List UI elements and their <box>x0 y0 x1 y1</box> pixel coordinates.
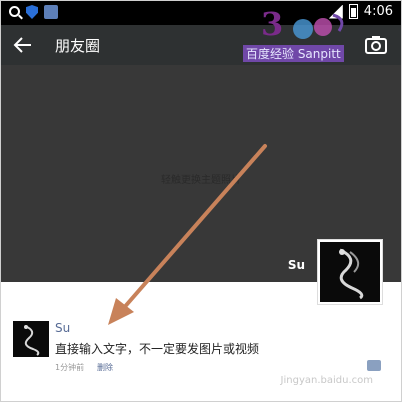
shield-icon <box>26 5 38 19</box>
post-time: 1分钟前 <box>55 363 85 372</box>
comment-icon[interactable] <box>367 360 381 371</box>
status-icons <box>9 5 58 19</box>
post-avatar[interactable] <box>13 321 49 357</box>
logo-caption: 百度经验 Sanpitt <box>243 45 344 62</box>
phone-screen: 4:06 朋友圈 轻触更换主题照片 3 百度经验 Sanpitt Su Su 直… <box>0 0 402 402</box>
logo-swirl-icon <box>293 13 344 39</box>
profile-avatar[interactable] <box>317 239 383 305</box>
delete-link[interactable]: 删除 <box>97 362 113 373</box>
app-notification-icon <box>44 5 58 19</box>
baidu-jingyan-logo: 3 百度经验 Sanpitt <box>241 5 361 63</box>
profile-name: Su <box>287 258 305 272</box>
post-author[interactable]: Su <box>55 321 70 335</box>
cover-hint: 轻触更换主题照片 <box>161 175 241 186</box>
footer-watermark: Jingyan.baidu.com <box>280 375 373 386</box>
search-icon <box>9 5 20 17</box>
avatar-image <box>320 242 380 302</box>
post-text: 直接输入文字，不一定要发图片或视频 <box>55 342 260 356</box>
back-arrow-icon[interactable] <box>11 33 35 57</box>
status-time: 4:06 <box>363 4 393 19</box>
camera-icon[interactable] <box>365 35 387 55</box>
dragon-logo-icon <box>339 248 364 300</box>
logo-number: 3 <box>261 5 284 43</box>
dragon-logo-icon <box>24 325 40 356</box>
page-title: 朋友圈 <box>55 37 101 55</box>
